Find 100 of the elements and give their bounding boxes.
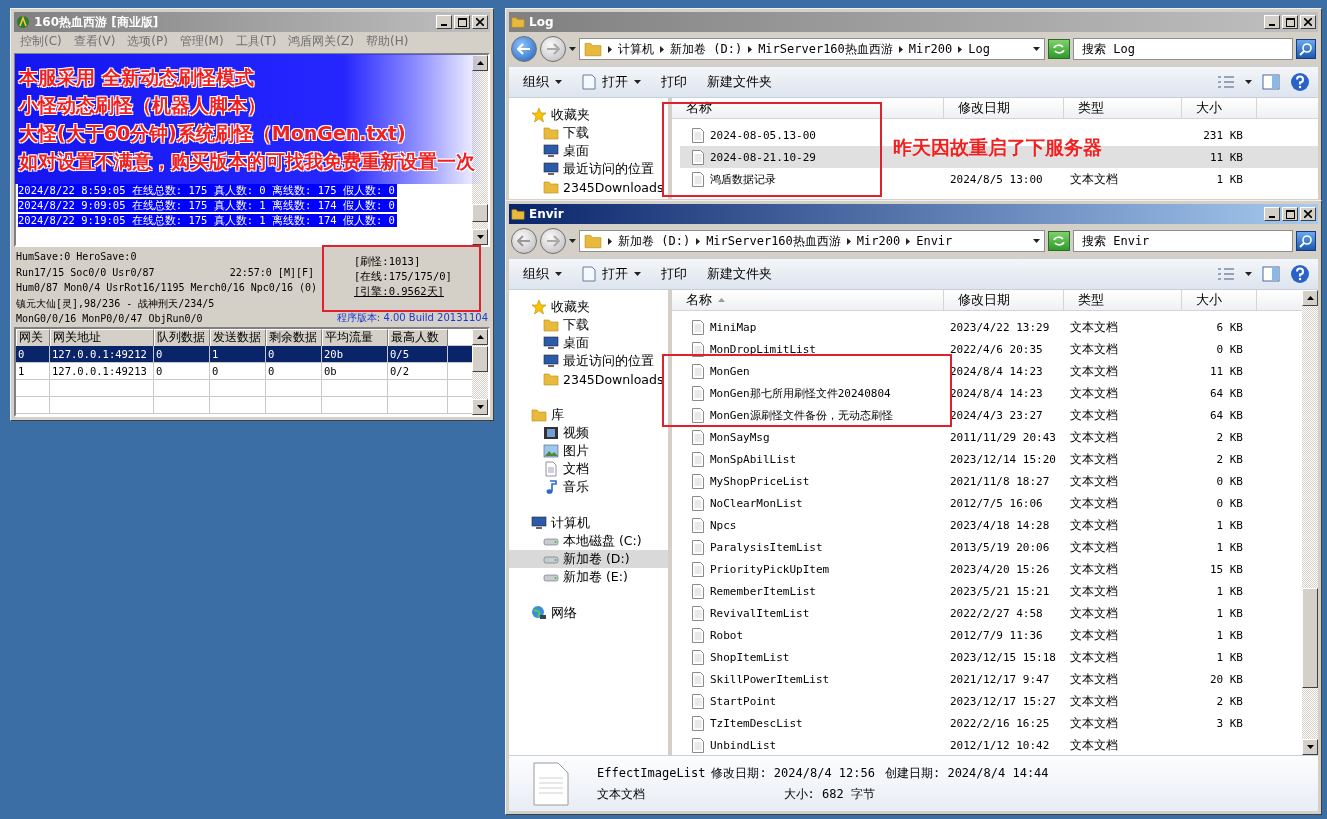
nav-item[interactable]: 收藏夹 bbox=[509, 298, 668, 316]
file-row[interactable]: MonSayMsg 2011/11/29 20:43 文本文档 2 KB bbox=[680, 426, 1302, 448]
nav-item[interactable]: 桌面 bbox=[509, 142, 668, 160]
nav-item[interactable]: 下载 bbox=[509, 316, 668, 334]
file-row[interactable]: ShopItemList 2023/12/15 15:18 文本文档 1 KB bbox=[680, 646, 1302, 668]
column-header[interactable]: 大小 bbox=[1182, 98, 1257, 118]
column-header[interactable]: 网关 bbox=[16, 329, 50, 347]
column-header[interactable]: 剩余数据 bbox=[266, 329, 322, 347]
toolbar-button[interactable]: 打开 bbox=[576, 262, 647, 286]
column-header[interactable]: 队列数据 bbox=[154, 329, 210, 347]
toolbar-button[interactable]: 打印 bbox=[655, 262, 693, 286]
nav-item[interactable]: 库 bbox=[509, 406, 668, 424]
column-header[interactable]: 类型 bbox=[1064, 290, 1182, 310]
search-button[interactable] bbox=[1296, 39, 1316, 59]
file-row[interactable]: ParalysisItemList 2013/5/19 20:06 文本文档 1 KB bbox=[680, 536, 1302, 558]
maximize-button[interactable] bbox=[454, 15, 470, 29]
column-header[interactable]: 网关地址 bbox=[50, 329, 154, 347]
forward-button[interactable] bbox=[540, 228, 566, 254]
toolbar-button[interactable]: 打开 bbox=[576, 70, 647, 94]
close-button[interactable] bbox=[1300, 207, 1316, 221]
toolbar-button[interactable]: 组织 bbox=[517, 262, 568, 286]
nav-item[interactable]: 2345Downloads bbox=[509, 178, 668, 196]
column-header[interactable]: 修改日期 bbox=[944, 290, 1064, 310]
nav-item[interactable]: 最近访问的位置 bbox=[509, 160, 668, 178]
refresh-button[interactable] bbox=[1048, 231, 1070, 251]
file-row[interactable]: SkillPowerItemList 2021/12/17 9:47 文本文档 20 KB bbox=[680, 668, 1302, 690]
column-header[interactable]: 发送数据 bbox=[210, 329, 266, 347]
file-row[interactable]: Npcs 2023/4/18 14:28 文本文档 1 KB bbox=[680, 514, 1302, 536]
address-bar[interactable]: 新加卷 (D:) MirServer160热血西游 Mir200 Envir bbox=[579, 230, 1045, 252]
file-row[interactable]: UnbindList 2012/1/12 10:42 文本文档 bbox=[680, 734, 1302, 755]
file-row[interactable]: MonGen那七所用刷怪文件20240804 2024/8/4 14:23 文本文档 64 KB bbox=[680, 382, 1302, 404]
minimize-button[interactable] bbox=[436, 15, 452, 29]
column-header[interactable]: 最高人数 bbox=[388, 329, 448, 347]
nav-item[interactable]: 新加卷 (D:) bbox=[509, 550, 668, 568]
nav-item[interactable]: 新加卷 (E:) bbox=[509, 568, 668, 586]
status-link[interactable]: [引擎:0.9562天] bbox=[354, 284, 444, 299]
search-field[interactable]: 搜索 Envir bbox=[1073, 230, 1293, 252]
file-row[interactable]: MonGen源刷怪文件备份，无动态刷怪 2024/4/3 23:27 文本文档 64 KB bbox=[680, 404, 1302, 426]
breadcrumb-item[interactable]: Mir200 bbox=[856, 234, 901, 248]
scroll-thumb[interactable] bbox=[472, 345, 488, 372]
file-row[interactable]: NoClearMonList 2012/7/5 16:06 文本文档 0 KB bbox=[680, 492, 1302, 514]
nav-item[interactable]: 视频 bbox=[509, 424, 668, 442]
nav-item[interactable]: 本地磁盘 (C:) bbox=[509, 532, 668, 550]
nav-item[interactable]: 下载 bbox=[509, 124, 668, 142]
scroll-thumb[interactable] bbox=[1302, 587, 1318, 688]
toolbar-button[interactable]: 新建文件夹 bbox=[701, 262, 778, 286]
breadcrumb-item[interactable]: 新加卷 (D:) bbox=[618, 232, 691, 250]
file-row[interactable]: RememberItemList 2023/5/21 15:21 文本文档 1 KB bbox=[680, 580, 1302, 602]
breadcrumb-item[interactable]: 新加卷 (D:) bbox=[670, 40, 743, 58]
breadcrumb-item[interactable]: Mir200 bbox=[908, 42, 953, 56]
column-header[interactable]: 平均流量 bbox=[322, 329, 388, 347]
column-header[interactable]: 修改日期 bbox=[944, 98, 1064, 118]
toolbar-button[interactable]: 打印 bbox=[655, 70, 693, 94]
breadcrumb-item[interactable]: MirServer160热血西游 bbox=[758, 40, 893, 58]
file-row[interactable]: MiniMap 2023/4/22 13:29 文本文档 6 KB bbox=[680, 316, 1302, 338]
file-row[interactable]: 鸿盾数据记录 2024/8/5 13:00 文本文档 1 KB bbox=[680, 168, 1318, 190]
file-row[interactable]: MonSpAbilList 2023/12/14 15:20 文本文档 2 KB bbox=[680, 448, 1302, 470]
scrollbar[interactable] bbox=[1302, 290, 1318, 755]
help-icon[interactable] bbox=[1290, 264, 1310, 284]
table-row[interactable]: 1 127.0.0.1:49213 0 0 0 0b 0/2 bbox=[16, 363, 472, 380]
minimize-button[interactable] bbox=[1264, 15, 1280, 29]
file-row[interactable]: MyShopPriceList 2021/11/8 18:27 文本文档 0 KB bbox=[680, 470, 1302, 492]
file-row[interactable]: StartPoint 2023/12/17 15:27 文本文档 2 KB bbox=[680, 690, 1302, 712]
nav-item[interactable]: 计算机 bbox=[509, 514, 668, 532]
maximize-button[interactable] bbox=[1282, 207, 1298, 221]
file-row[interactable]: PriorityPickUpItem 2023/4/20 15:26 文本文档 15 KB bbox=[680, 558, 1302, 580]
table-row[interactable]: 0 127.0.0.1:49212 0 1 0 20b 0/5 bbox=[16, 346, 472, 363]
breadcrumb-item[interactable]: 计算机 bbox=[618, 40, 654, 58]
close-button[interactable] bbox=[1300, 15, 1316, 29]
scroll-thumb[interactable] bbox=[472, 204, 488, 223]
nav-item[interactable]: 桌面 bbox=[509, 334, 668, 352]
address-bar[interactable]: 计算机 新加卷 (D:) MirServer160热血西游 Mir200 Log bbox=[579, 38, 1045, 60]
column-header[interactable]: 名称 bbox=[672, 290, 944, 310]
nav-item[interactable]: 音乐 bbox=[509, 478, 668, 496]
back-button[interactable] bbox=[511, 228, 537, 254]
search-button[interactable] bbox=[1296, 231, 1316, 251]
forward-button[interactable] bbox=[540, 36, 566, 62]
breadcrumb-item[interactable]: MirServer160热血西游 bbox=[706, 232, 841, 250]
nav-item[interactable]: 网络 bbox=[509, 604, 668, 622]
nav-item[interactable]: 最近访问的位置 bbox=[509, 352, 668, 370]
breadcrumb-item[interactable]: Log bbox=[968, 42, 990, 56]
maximize-button[interactable] bbox=[1282, 15, 1298, 29]
close-button[interactable] bbox=[472, 15, 488, 29]
toolbar-button[interactable]: 新建文件夹 bbox=[701, 70, 778, 94]
toolbar-button[interactable]: 组织 bbox=[517, 70, 568, 94]
file-row[interactable]: MonDropLimitList 2022/4/6 20:35 文本文档 0 KB bbox=[680, 338, 1302, 360]
scrollbar[interactable] bbox=[472, 329, 488, 415]
nav-item[interactable]: 收藏夹 bbox=[509, 106, 668, 124]
help-icon[interactable] bbox=[1290, 72, 1310, 92]
back-button[interactable] bbox=[511, 36, 537, 62]
search-field[interactable]: 搜索 Log bbox=[1073, 38, 1293, 60]
nav-item[interactable]: 图片 bbox=[509, 442, 668, 460]
column-header[interactable]: 类型 bbox=[1064, 98, 1182, 118]
file-row[interactable]: MonGen 2024/8/4 14:23 文本文档 11 KB bbox=[680, 360, 1302, 382]
nav-item[interactable]: 2345Downloads bbox=[509, 370, 668, 388]
breadcrumb-item[interactable]: Envir bbox=[916, 234, 953, 248]
refresh-button[interactable] bbox=[1048, 39, 1070, 59]
file-row[interactable]: Robot 2012/7/9 11:36 文本文档 1 KB bbox=[680, 624, 1302, 646]
column-header[interactable]: 大小 bbox=[1182, 290, 1257, 310]
nav-item[interactable]: 文档 bbox=[509, 460, 668, 478]
